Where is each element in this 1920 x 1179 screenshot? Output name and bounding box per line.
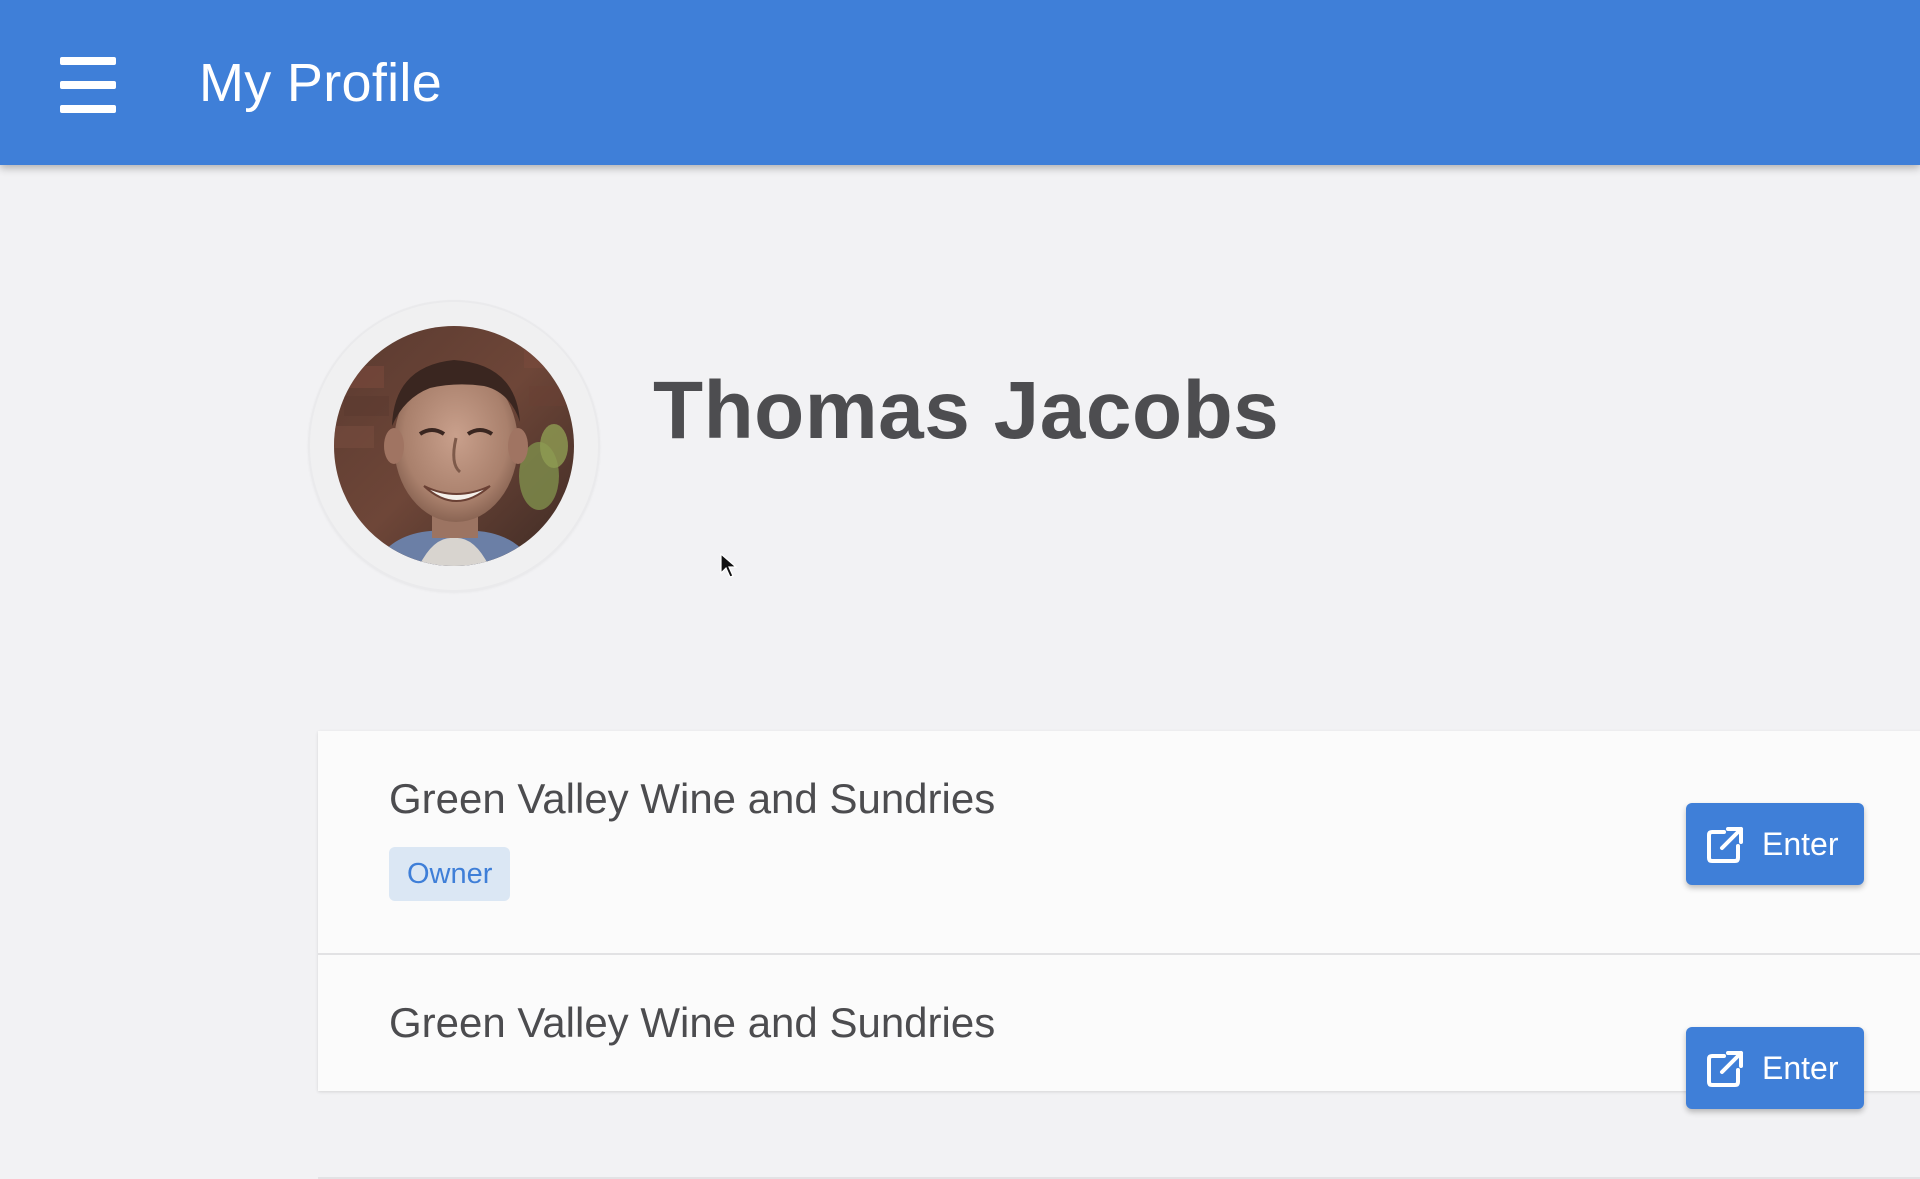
enter-button-label: Enter: [1762, 826, 1839, 862]
organization-name: Green Valley Wine and Sundries: [389, 775, 996, 822]
organization-list: Green Valley Wine and Sundries Owner Ent…: [318, 731, 1920, 1179]
avatar: [310, 302, 598, 590]
hamburger-menu-icon[interactable]: [48, 45, 128, 125]
organization-list-item: Green Valley Wine and Sundries Enter: [318, 955, 1920, 1179]
avatar-photo: [334, 326, 574, 566]
organization-list-item: Green Valley Wine and Sundries Owner Ent…: [318, 731, 1920, 955]
role-badge: Owner: [389, 847, 511, 901]
enter-button[interactable]: Enter: [1686, 803, 1864, 885]
app-bar: My Profile: [0, 0, 1920, 165]
enter-button-label: Enter: [1762, 1050, 1839, 1086]
external-link-icon: [1707, 1051, 1743, 1087]
mouse-pointer-icon: [720, 553, 738, 578]
page-title: My Profile: [199, 53, 443, 113]
organization-name: Green Valley Wine and Sundries: [389, 999, 996, 1046]
enter-button[interactable]: Enter: [1686, 1027, 1864, 1109]
user-name: Thomas Jacobs: [653, 365, 1280, 456]
external-link-icon: [1707, 827, 1743, 863]
